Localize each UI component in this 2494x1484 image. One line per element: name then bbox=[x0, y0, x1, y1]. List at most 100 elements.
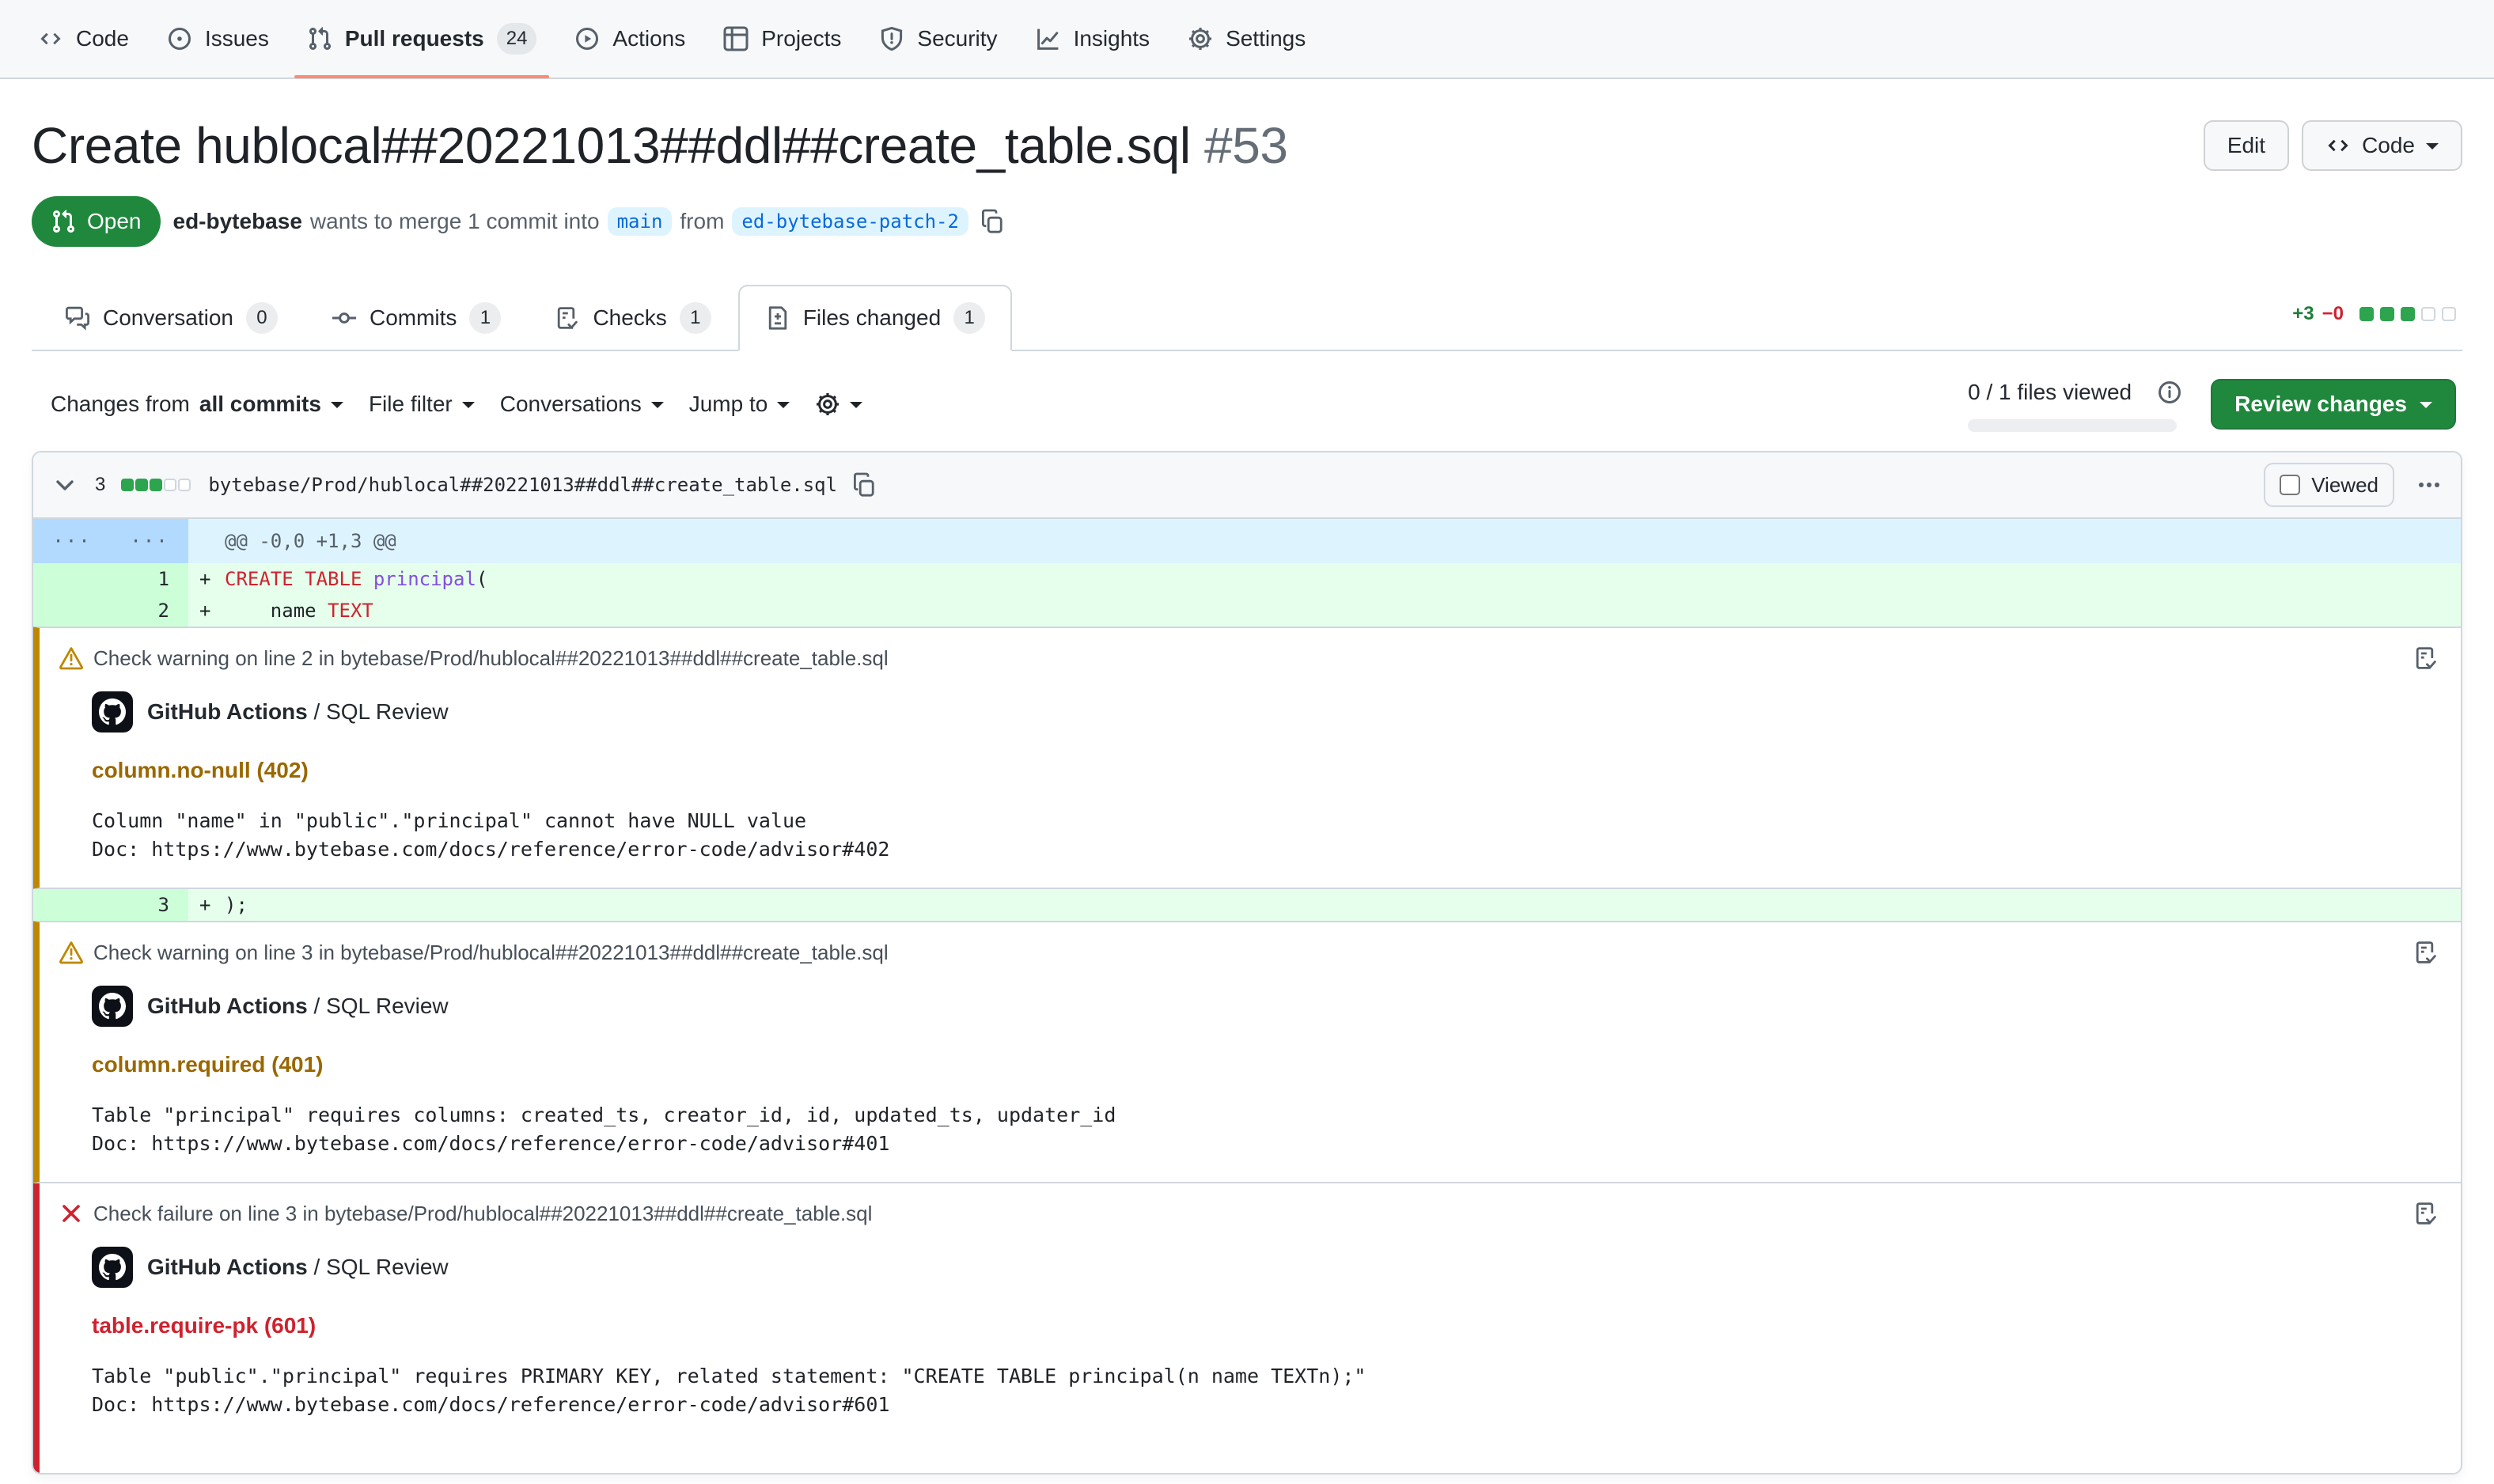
diff-code: name TEXT bbox=[225, 595, 2461, 627]
annotation-doc-link: Doc: https://www.bytebase.com/docs/refer… bbox=[92, 1130, 2435, 1158]
pr-page-content: Create hublocal##20221013##ddl##create_t… bbox=[0, 114, 2494, 1475]
check-run-source: GitHub Actions / SQL Review bbox=[92, 986, 2435, 1027]
nav-pull-requests[interactable]: Pull requests 24 bbox=[294, 15, 550, 62]
tab-checks[interactable]: Checks 1 bbox=[528, 285, 737, 351]
diff-line-3[interactable]: 3 + ); bbox=[33, 889, 2461, 921]
pr-title: Create hublocal##20221013##ddl##create_t… bbox=[32, 114, 1288, 177]
hunk-header-row: ··· ··· @@ -0,0 +1,3 @@ bbox=[33, 519, 2461, 563]
dropdown-caret bbox=[850, 402, 862, 408]
files-viewed-progress bbox=[1968, 419, 2177, 432]
check-run-name[interactable]: GitHub Actions / SQL Review bbox=[147, 1255, 449, 1280]
pr-title-bar: Create hublocal##20221013##ddl##create_t… bbox=[32, 114, 2462, 177]
kebab-icon bbox=[2416, 472, 2442, 498]
jump-to-dropdown[interactable]: Jump to bbox=[677, 392, 803, 417]
viewed-checkbox[interactable] bbox=[2280, 475, 2300, 495]
annotation-rule: table.require-pk (601) bbox=[92, 1313, 2435, 1338]
dropdown-caret bbox=[651, 402, 664, 408]
nav-code[interactable]: Code bbox=[25, 15, 142, 62]
nav-issues[interactable]: Issues bbox=[154, 15, 282, 62]
files-viewed: 0 / 1 files viewed bbox=[1968, 377, 2185, 432]
shield-icon bbox=[879, 26, 904, 51]
comment-discussion-icon bbox=[65, 305, 90, 331]
line-number: 2 bbox=[111, 595, 188, 627]
code-icon bbox=[38, 26, 63, 51]
nav-projects[interactable]: Projects bbox=[711, 15, 854, 62]
check-run-name[interactable]: GitHub Actions / SQL Review bbox=[147, 994, 449, 1019]
check-run-source: GitHub Actions / SQL Review bbox=[92, 691, 2435, 733]
pull-request-icon bbox=[307, 26, 332, 51]
pr-diffstat: +3 −0 bbox=[2292, 303, 2456, 331]
annotation-header: Check warning on line 3 in bytebase/Prod… bbox=[59, 940, 2435, 965]
expand-hunk-gutter[interactable]: ··· bbox=[33, 519, 111, 563]
pull-request-icon bbox=[51, 209, 76, 234]
issue-opened-icon bbox=[167, 26, 192, 51]
nav-actions[interactable]: Actions bbox=[562, 15, 698, 62]
nav-insights[interactable]: Insights bbox=[1023, 15, 1163, 62]
review-changes-button[interactable]: Review changes bbox=[2211, 379, 2456, 430]
project-table-icon bbox=[723, 26, 749, 51]
pr-number: #53 bbox=[1204, 117, 1288, 174]
x-icon bbox=[59, 1201, 84, 1226]
collapse-file-button[interactable] bbox=[49, 469, 81, 501]
file-diff-icon bbox=[765, 305, 790, 331]
view-check-button[interactable] bbox=[2413, 940, 2439, 965]
diff-line-2[interactable]: 2 + name TEXT bbox=[33, 595, 2461, 627]
hunk-header-text: @@ -0,0 +1,3 @@ bbox=[225, 519, 2461, 563]
diff-settings-dropdown[interactable] bbox=[802, 392, 875, 417]
nav-label: Projects bbox=[761, 26, 841, 51]
octocat-icon bbox=[99, 698, 126, 725]
view-check-button[interactable] bbox=[2413, 1201, 2439, 1226]
copy-branch-button[interactable] bbox=[976, 206, 1008, 237]
nav-label: Settings bbox=[1226, 26, 1306, 51]
pr-state-label: Open bbox=[87, 209, 142, 234]
tab-commits[interactable]: Commits 1 bbox=[305, 285, 528, 351]
conversations-dropdown[interactable]: Conversations bbox=[487, 392, 677, 417]
diff-sign: + bbox=[188, 595, 225, 627]
view-check-button[interactable] bbox=[2413, 645, 2439, 671]
expand-hunk-gutter[interactable]: ··· bbox=[111, 519, 188, 563]
edit-button[interactable]: Edit bbox=[2204, 120, 2289, 171]
copy-icon bbox=[851, 472, 877, 498]
chevron-down-icon bbox=[52, 472, 78, 498]
changes-from-dropdown[interactable]: Changes from all commits bbox=[38, 392, 356, 417]
graph-icon bbox=[1036, 26, 1061, 51]
pull-requests-count: 24 bbox=[497, 23, 537, 55]
toolbar-right: 0 / 1 files viewed Review changes bbox=[1968, 377, 2456, 432]
file-filter-dropdown[interactable]: File filter bbox=[356, 392, 487, 417]
diffstat-block bbox=[2401, 307, 2415, 321]
annotation-header: Check failure on line 3 in bytebase/Prod… bbox=[59, 1201, 2435, 1226]
nav-label: Code bbox=[76, 26, 129, 51]
nav-label: Issues bbox=[205, 26, 269, 51]
repo-nav: Code Issues Pull requests 24 Actions P bbox=[0, 0, 2494, 79]
check-run-name[interactable]: GitHub Actions / SQL Review bbox=[147, 699, 449, 725]
annotation-doc-link: Doc: https://www.bytebase.com/docs/refer… bbox=[92, 835, 2435, 864]
annotation-doc-link: Doc: https://www.bytebase.com/docs/refer… bbox=[92, 1391, 2435, 1419]
annotation-title: Check failure on line 3 in bytebase/Prod… bbox=[93, 1202, 872, 1226]
file-options-kebab[interactable] bbox=[2413, 469, 2445, 501]
base-branch-label[interactable]: main bbox=[608, 207, 673, 236]
pr-state-badge: Open bbox=[32, 196, 161, 247]
copy-path-button[interactable] bbox=[848, 469, 880, 501]
annotation-title: Check warning on line 2 in bytebase/Prod… bbox=[93, 646, 889, 671]
code-button[interactable]: Code bbox=[2302, 120, 2462, 171]
file-path[interactable]: bytebase/Prod/hublocal##20221013##ddl##c… bbox=[208, 474, 837, 496]
diffstat-block bbox=[2359, 307, 2374, 321]
nav-security[interactable]: Security bbox=[866, 15, 1010, 62]
diffstat-block bbox=[2380, 307, 2394, 321]
pr-author[interactable]: ed-bytebase bbox=[173, 209, 302, 234]
head-branch-label[interactable]: ed-bytebase-patch-2 bbox=[732, 207, 968, 236]
dropdown-caret bbox=[462, 402, 475, 408]
tab-count: 0 bbox=[246, 302, 278, 334]
tab-files-changed[interactable]: Files changed 1 bbox=[738, 285, 1012, 351]
git-commit-icon bbox=[332, 305, 357, 331]
diff-line-1[interactable]: 1 + CREATE TABLE principal( bbox=[33, 563, 2461, 595]
nav-settings[interactable]: Settings bbox=[1175, 15, 1318, 62]
dropdown-caret bbox=[2426, 143, 2439, 150]
info-icon[interactable] bbox=[2154, 377, 2185, 408]
dropdown-caret bbox=[331, 402, 343, 408]
play-circle-icon bbox=[574, 26, 600, 51]
viewed-toggle[interactable]: Viewed bbox=[2264, 463, 2394, 507]
check-annotation-warning-402: Check warning on line 2 in bytebase/Prod… bbox=[32, 627, 2461, 889]
diff-code: CREATE TABLE principal( bbox=[225, 563, 2461, 595]
tab-conversation[interactable]: Conversation 0 bbox=[38, 285, 305, 351]
